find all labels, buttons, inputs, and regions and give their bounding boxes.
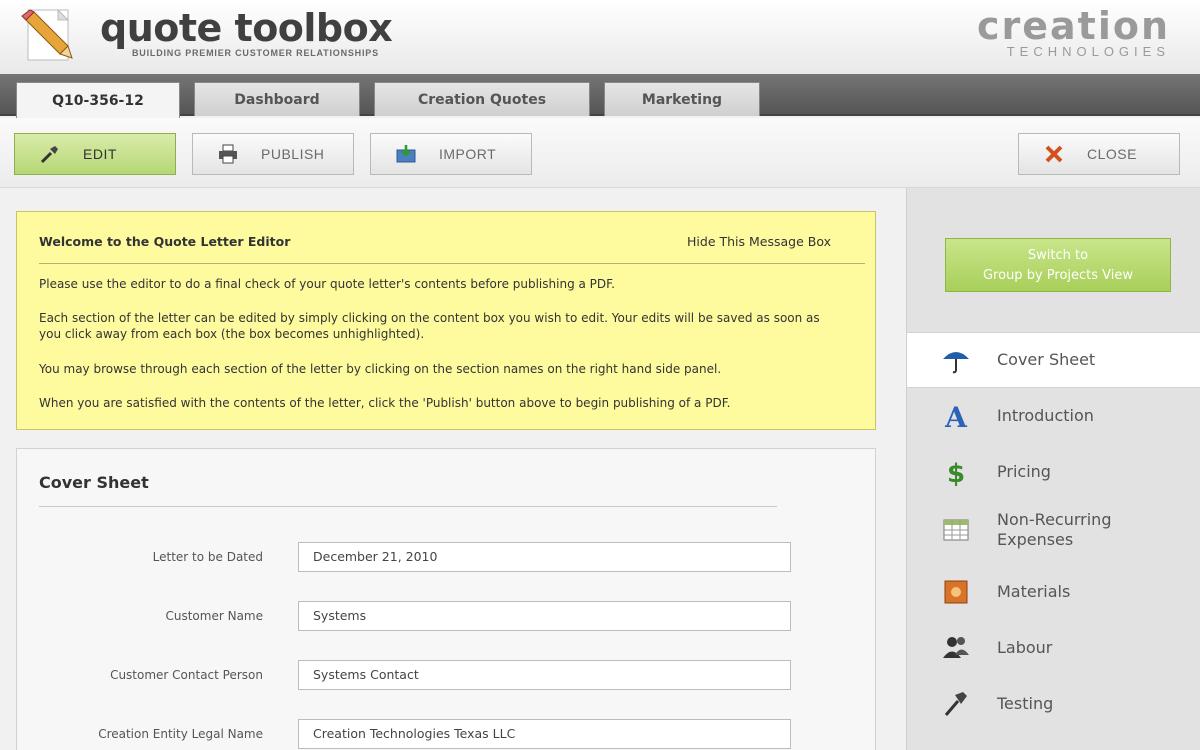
import-button[interactable]: IMPORT bbox=[370, 133, 532, 175]
edit-label: EDIT bbox=[83, 146, 117, 162]
sidebar-item-label: Introduction bbox=[997, 406, 1094, 425]
sidebar-item-label: Non-Recurring Expenses bbox=[997, 510, 1111, 550]
brand-logo-sub: TECHNOLOGIES bbox=[1006, 44, 1170, 59]
message-title: Welcome to the Quote Letter Editor bbox=[39, 234, 291, 249]
section-title: Cover Sheet bbox=[39, 473, 149, 492]
sidebar-item-introduction[interactable]: A Introduction bbox=[907, 388, 1200, 444]
tab-quote[interactable]: Q10-356-12 bbox=[16, 82, 180, 118]
message-divider bbox=[39, 263, 865, 264]
sidebar-item-label: Testing bbox=[997, 694, 1054, 713]
switch-view-button[interactable]: Switch to Group by Projects View bbox=[945, 238, 1171, 292]
welcome-message-box: Welcome to the Quote Letter Editor Hide … bbox=[16, 211, 876, 430]
action-toolbar: EDIT PUBLISH IMPORT CLOSE bbox=[0, 118, 1200, 188]
close-button[interactable]: CLOSE bbox=[1018, 133, 1180, 175]
import-folder-icon bbox=[395, 143, 417, 165]
svg-text:$: $ bbox=[947, 459, 965, 487]
close-x-icon bbox=[1043, 143, 1065, 165]
edit-button[interactable]: EDIT bbox=[14, 133, 176, 175]
contact-person-field[interactable]: Systems Contact bbox=[298, 660, 791, 690]
main-tab-bar: Q10-356-12 Dashboard Creation Quotes Mar… bbox=[0, 74, 1200, 118]
app-title: quote toolbox bbox=[100, 6, 393, 50]
letter-date-field[interactable]: December 21, 2010 bbox=[298, 542, 791, 572]
sidebar-item-label: Pricing bbox=[997, 462, 1051, 481]
svg-text:A: A bbox=[944, 401, 968, 431]
import-label: IMPORT bbox=[439, 146, 497, 162]
hammer-icon bbox=[941, 689, 971, 719]
sidebar-item-cover-sheet[interactable]: Cover Sheet bbox=[907, 332, 1200, 388]
umbrella-icon bbox=[941, 345, 971, 375]
sidebar-item-label: Cover Sheet bbox=[997, 350, 1096, 369]
sidebar-item-label-line1: Non-Recurring bbox=[997, 510, 1112, 529]
field-label-letter-date: Letter to be Dated bbox=[152, 550, 263, 564]
people-icon bbox=[941, 633, 971, 663]
message-paragraph: You may browse through each section of t… bbox=[39, 362, 722, 376]
brand-logo-main: creation bbox=[976, 4, 1170, 48]
spreadsheet-icon bbox=[941, 515, 971, 545]
switch-view-line2: Group by Projects View bbox=[982, 268, 1134, 283]
switch-view-line1: Switch to bbox=[1027, 248, 1089, 263]
sidebar-item-label-line2: Expenses bbox=[997, 530, 1074, 549]
customer-name-field[interactable]: Systems bbox=[298, 601, 791, 631]
sidebar-item-label: Materials bbox=[997, 582, 1071, 601]
section-sidebar: Switch to Group by Projects View Cover S… bbox=[906, 188, 1200, 750]
sidebar-item-labour[interactable]: Labour bbox=[907, 620, 1200, 676]
legal-name-field[interactable]: Creation Technologies Texas LLC bbox=[298, 719, 791, 749]
tab-marketing[interactable]: Marketing bbox=[604, 82, 760, 116]
tab-dashboard[interactable]: Dashboard bbox=[194, 82, 360, 116]
materials-icon bbox=[941, 577, 971, 607]
printer-icon bbox=[217, 143, 239, 165]
letter-a-icon: A bbox=[941, 401, 971, 431]
message-paragraph: When you are satisfied with the contents… bbox=[39, 396, 731, 410]
hide-message-link[interactable]: Hide This Message Box bbox=[687, 234, 831, 249]
message-paragraph: Each section of the letter can be edited… bbox=[39, 311, 820, 341]
wrench-icon bbox=[39, 143, 61, 165]
pencil-paper-logo-icon bbox=[18, 6, 80, 66]
field-label-legal-name: Creation Entity Legal Name bbox=[98, 727, 263, 741]
app-header: quote toolbox BUILDING PREMIER CUSTOMER … bbox=[0, 0, 1200, 74]
sidebar-item-materials[interactable]: Materials bbox=[907, 564, 1200, 620]
section-divider bbox=[39, 506, 777, 507]
dollar-icon: $ bbox=[941, 457, 971, 487]
app-tagline: BUILDING PREMIER CUSTOMER RELATIONSHIPS bbox=[132, 48, 379, 58]
tab-creation-quotes[interactable]: Creation Quotes bbox=[374, 82, 590, 116]
publish-label: PUBLISH bbox=[261, 146, 325, 162]
field-label-contact-person: Customer Contact Person bbox=[110, 668, 263, 682]
field-label-customer-name: Customer Name bbox=[165, 609, 263, 623]
close-label: CLOSE bbox=[1087, 146, 1137, 162]
publish-button[interactable]: PUBLISH bbox=[192, 133, 354, 175]
message-paragraph: Please use the editor to do a final chec… bbox=[39, 277, 615, 291]
sidebar-item-pricing[interactable]: $ Pricing bbox=[907, 444, 1200, 500]
sidebar-item-testing[interactable]: Testing bbox=[907, 676, 1200, 732]
sidebar-item-label: Labour bbox=[997, 638, 1053, 657]
sidebar-item-non-recurring-expenses[interactable]: Non-Recurring Expenses bbox=[907, 502, 1200, 558]
cover-sheet-panel: Cover Sheet Letter to be Dated December … bbox=[16, 448, 876, 750]
